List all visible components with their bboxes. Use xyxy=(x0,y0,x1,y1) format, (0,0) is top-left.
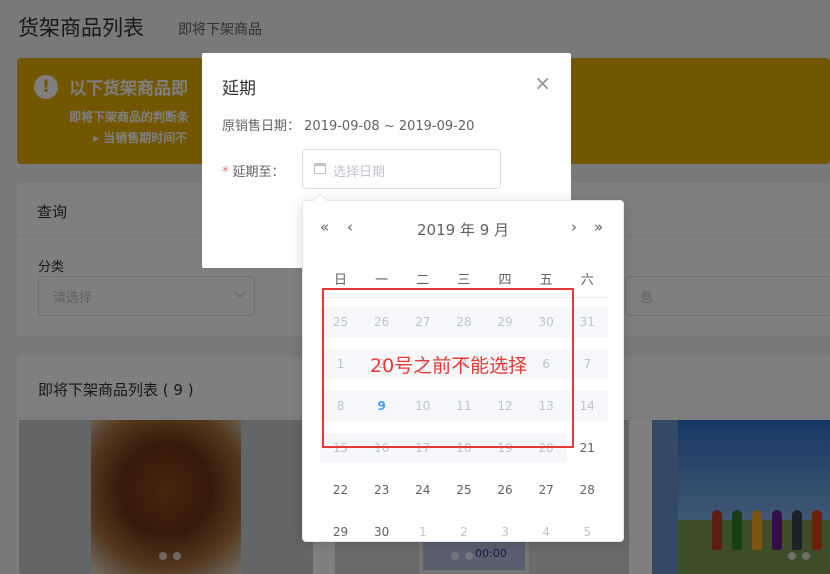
date-picker-input[interactable]: 选择日期 xyxy=(302,149,501,189)
weekday-label: 四 xyxy=(498,273,512,288)
date-cell-next-month[interactable]: 4 xyxy=(526,517,567,547)
week-row: 29 30 1 2 3 4 5 xyxy=(320,511,608,553)
weekday-label: 二 xyxy=(416,273,430,288)
date-cell[interactable]: 24 xyxy=(402,475,443,505)
date-cell-next-month[interactable]: 1 xyxy=(402,517,443,547)
date-cell-next-month[interactable]: 5 xyxy=(567,517,608,547)
week-row: 22 23 24 25 26 27 28 xyxy=(320,469,608,511)
weekday-label: 日 xyxy=(334,273,348,288)
date-cell[interactable]: 30 xyxy=(361,517,402,547)
date-cell[interactable]: 22 xyxy=(320,475,361,505)
weekday-header: 日 一 二 三 四 五 六 xyxy=(320,269,608,288)
weekday-label: 六 xyxy=(580,273,594,288)
date-cell[interactable]: 25 xyxy=(443,475,484,505)
date-cell-next-month[interactable]: 2 xyxy=(443,517,484,547)
next-month-icon[interactable]: › xyxy=(571,218,577,236)
weekday-label: 三 xyxy=(457,273,471,288)
calendar-icon xyxy=(314,163,326,174)
next-year-icon[interactable]: » xyxy=(594,218,603,236)
annotation-text: 20号之前不能选择 xyxy=(370,355,528,377)
date-cell-next-month[interactable]: 3 xyxy=(485,517,526,547)
date-placeholder: 选择日期 xyxy=(333,165,386,180)
close-icon[interactable]: × xyxy=(534,73,551,93)
dialog-title: 延期 xyxy=(222,79,256,99)
extend-to-label-text: 延期至： xyxy=(232,165,285,180)
original-date-range: 2019-09-08 ~ 2019-09-20 xyxy=(304,119,475,134)
extend-to-label: * 延期至： xyxy=(222,161,285,180)
date-cell[interactable]: 29 xyxy=(320,517,361,547)
date-cell[interactable]: 23 xyxy=(361,475,402,505)
date-cell[interactable]: 27 xyxy=(526,475,567,505)
original-date-row: 原销售日期： 2019-09-08 ~ 2019-09-20 xyxy=(222,115,474,134)
weekday-label: 五 xyxy=(539,273,553,288)
date-cell[interactable]: 26 xyxy=(485,475,526,505)
original-date-label: 原销售日期： xyxy=(222,119,301,134)
weekday-label: 一 xyxy=(375,273,389,288)
required-mark: * xyxy=(222,165,229,180)
date-cell[interactable]: 28 xyxy=(567,475,608,505)
